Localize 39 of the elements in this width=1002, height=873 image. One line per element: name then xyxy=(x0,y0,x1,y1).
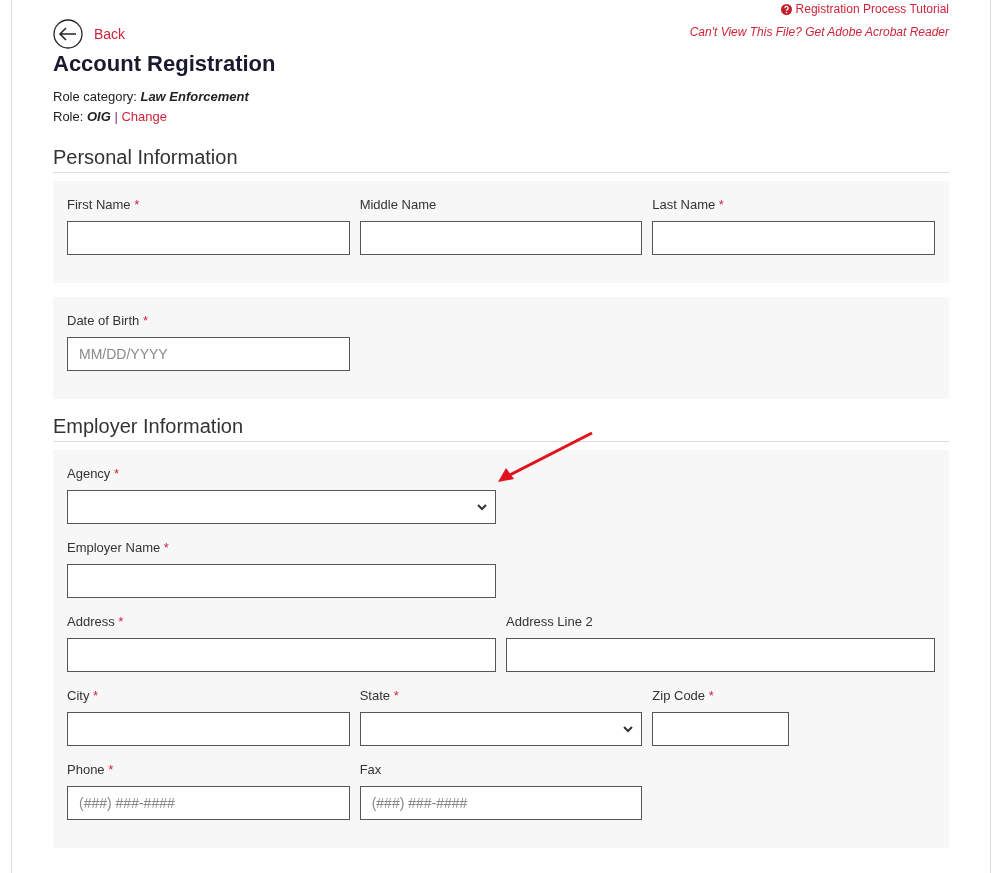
page-title: Account Registration xyxy=(53,51,277,77)
field-label: Fax xyxy=(359,762,382,777)
input-field[interactable]: (###) ###-#### xyxy=(359,786,643,820)
tutorial-link[interactable]: Registration Process Tutorial xyxy=(780,2,949,16)
back-link[interactable]: Back xyxy=(94,26,126,42)
field-label: Phone * xyxy=(67,762,114,777)
field-label: Address Line 2 xyxy=(506,614,593,629)
chevron-down-icon xyxy=(477,503,487,511)
field-label: State * xyxy=(359,688,399,703)
field-label: Last Name * xyxy=(652,197,724,212)
input-field[interactable] xyxy=(67,712,350,746)
question-icon xyxy=(780,3,792,15)
separator: | xyxy=(114,109,118,124)
role-category-text: Role category: Law Enforcement xyxy=(53,88,251,106)
input-field[interactable] xyxy=(652,221,935,255)
dropdown[interactable] xyxy=(359,712,643,746)
field-label: Employer Name * xyxy=(67,540,169,555)
input-field[interactable] xyxy=(67,638,496,672)
field-label: First Name * xyxy=(67,197,140,212)
role-text: Role: OIG xyxy=(53,109,111,124)
field-label: City * xyxy=(67,688,99,703)
input-field[interactable] xyxy=(67,221,350,255)
input-field[interactable] xyxy=(652,712,789,746)
input-field[interactable]: MM/DD/YYYY xyxy=(67,337,350,371)
field-label: Agency * xyxy=(67,466,120,481)
chevron-down-icon xyxy=(623,725,634,733)
change-link[interactable]: Change xyxy=(121,109,167,124)
field-label: Middle Name xyxy=(359,197,437,212)
field-label: Zip Code * xyxy=(652,688,714,703)
field-label: Address * xyxy=(67,614,124,629)
input-field[interactable] xyxy=(67,564,496,598)
input-field[interactable]: (###) ###-#### xyxy=(67,786,350,820)
section-heading: Personal Information xyxy=(53,146,949,173)
field-label: Date of Birth * xyxy=(67,313,148,328)
input-field[interactable] xyxy=(359,221,643,255)
acrobat-reader-link[interactable]: Can't View This File? Get Adobe Acrobat Reader xyxy=(689,25,949,39)
input-field[interactable] xyxy=(506,638,935,672)
dropdown[interactable] xyxy=(67,490,496,524)
section-heading: Employer Information xyxy=(53,415,949,442)
